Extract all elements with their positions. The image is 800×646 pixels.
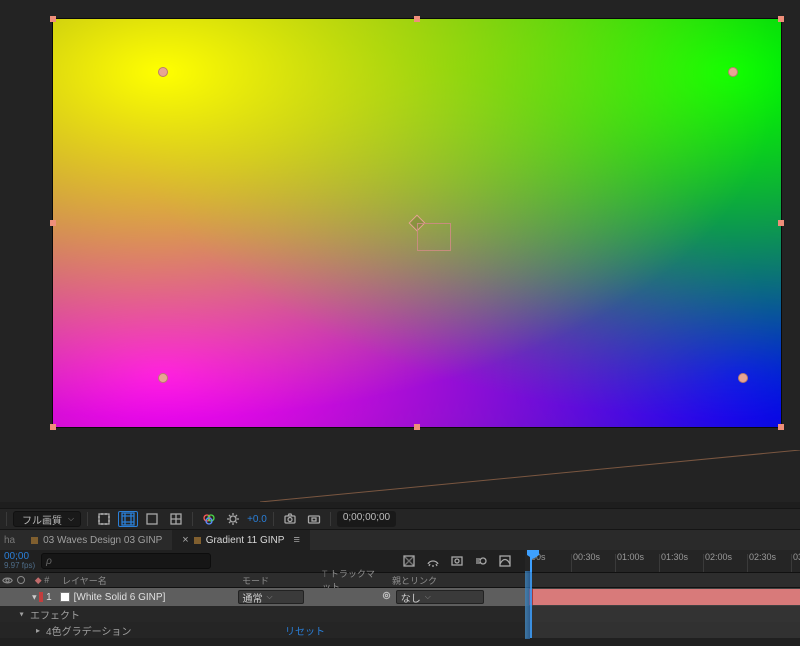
gradient-point-4[interactable] <box>738 373 748 383</box>
layer-row-1[interactable]: ▸ 1 [White Solid 6 GINP] 通常⌵ なし⌵ <box>0 588 800 606</box>
ruler-tick-label: 03:00s <box>793 552 800 562</box>
mask-visibility-toggle[interactable] <box>142 511 162 527</box>
viewer-toolbar: フル画質 ⌵ +0.0 0;00;00;00 <box>0 508 800 530</box>
parent-cell[interactable]: なし⌵ <box>377 590 525 604</box>
effects-group-row[interactable]: ▸ エフェクト <box>0 606 800 622</box>
preview-snapshot-icon[interactable] <box>304 511 324 527</box>
index-column-header[interactable]: ◆ # <box>28 575 56 586</box>
solid-icon <box>60 592 70 602</box>
separator <box>6 512 7 526</box>
layer-duration-track[interactable] <box>525 588 800 606</box>
track-area <box>525 622 800 638</box>
frame-blend-icon[interactable] <box>447 553 467 569</box>
comp-color-swatch <box>31 537 38 544</box>
gradient-point-1[interactable] <box>158 67 168 77</box>
graph-editor-icon[interactable] <box>495 553 515 569</box>
separator <box>87 512 88 526</box>
separator <box>192 512 193 526</box>
time-ruler[interactable]: 00s 00:30s 01:00s 01:30s 02:00s 02:30s 0… <box>525 550 800 572</box>
chevron-down-icon: ⌵ <box>68 514 74 524</box>
visibility-column-icon[interactable] <box>0 575 14 586</box>
layer-color-label[interactable] <box>39 592 43 602</box>
preview-timecode[interactable]: 0;00;00;00 <box>337 511 396 527</box>
exposure-reset-icon[interactable] <box>223 511 243 527</box>
blend-mode-cell[interactable]: 通常⌵ <box>234 590 308 604</box>
transform-handle-bl[interactable] <box>50 424 56 430</box>
timeline-header: 00;00 9.97 fps) ρ 00s 00:30s 01:00s 01:3… <box>0 550 800 572</box>
ruler-tick-label: 01:00s <box>617 552 644 562</box>
reset-effect-link[interactable]: リセット <box>285 623 325 638</box>
motion-path-overlay <box>260 450 800 502</box>
resolution-dropdown[interactable]: フル画質 ⌵ <box>13 511 81 527</box>
track-area <box>525 606 800 622</box>
pickwhip-icon[interactable] <box>381 590 392 604</box>
layer-index: ▸ 1 <box>28 592 56 603</box>
transform-handle-tm[interactable] <box>414 16 420 22</box>
timeline-tabs: ha 03 Waves Design 03 GINP × Gradient 11… <box>0 530 800 550</box>
twirl-right-icon[interactable]: ▸ <box>36 626 40 635</box>
color-channels-icon[interactable] <box>199 511 219 527</box>
comp-color-swatch <box>194 537 201 544</box>
transform-handle-br[interactable] <box>778 424 784 430</box>
effects-label: エフェクト <box>30 607 80 622</box>
current-time-indicator[interactable] <box>530 550 532 572</box>
effect-name: 4色グラデーション <box>46 623 131 638</box>
search-icon: ρ <box>46 556 52 567</box>
tab-label: 03 Waves Design 03 GINP <box>43 535 162 546</box>
panel-menu-icon[interactable]: ≡ <box>293 534 299 546</box>
region-of-interest-toggle[interactable] <box>94 511 114 527</box>
panel-label-cropped: ha <box>2 530 25 550</box>
ruler-tick-label: 02:00s <box>705 552 732 562</box>
transparency-grid-toggle[interactable] <box>118 511 138 527</box>
shy-layers-icon[interactable] <box>423 553 443 569</box>
resolution-label: フル画質 <box>22 512 62 527</box>
timeline-search-input[interactable]: ρ <box>41 553 211 569</box>
transform-handle-tr[interactable] <box>778 16 784 22</box>
region-of-interest[interactable] <box>417 223 451 251</box>
ruler-tick-label: 02:30s <box>749 552 776 562</box>
parent-column-header[interactable]: 親とリンク <box>386 574 536 587</box>
twirl-down-icon[interactable]: ▸ <box>28 595 39 600</box>
transform-handle-tl[interactable] <box>50 16 56 22</box>
layer-name-column-header[interactable]: レイヤー名 <box>56 574 236 587</box>
tab-gradient-11[interactable]: × Gradient 11 GINP ≡ <box>172 530 310 550</box>
transform-handle-bm[interactable] <box>414 424 420 430</box>
motion-blur-icon[interactable] <box>471 553 491 569</box>
ruler-tick-label: 00:30s <box>573 552 600 562</box>
composition-viewer[interactable] <box>0 0 800 502</box>
solo-column-icon[interactable] <box>14 575 28 585</box>
timeline-column-headers: ◆ # レイヤー名 モード T トラックマット 親とリンク <box>0 572 800 588</box>
separator <box>330 512 331 526</box>
ruler-tick-label: 01:30s <box>661 552 688 562</box>
snapshot-icon[interactable] <box>280 511 300 527</box>
draft-3d-icon[interactable] <box>399 553 419 569</box>
tab-waves-design[interactable]: 03 Waves Design 03 GINP <box>25 530 172 550</box>
timeline-footer <box>0 638 800 646</box>
effect-row-4color[interactable]: ▸ 4色グラデーション リセット <box>0 622 800 638</box>
gradient-point-2[interactable] <box>728 67 738 77</box>
layer-duration-bar[interactable] <box>529 589 800 605</box>
layer-in-handle[interactable] <box>529 589 533 605</box>
mode-column-header[interactable]: モード <box>236 574 316 587</box>
twirl-down-icon[interactable]: ▸ <box>18 612 27 616</box>
guides-toggle[interactable] <box>166 511 186 527</box>
tab-label: Gradient 11 GINP <box>206 535 285 546</box>
close-icon[interactable]: × <box>182 534 188 546</box>
layer-bounding-box[interactable] <box>52 18 782 428</box>
fps-hint: 9.97 fps) <box>4 562 35 570</box>
separator <box>273 512 274 526</box>
layer-name-cell[interactable]: [White Solid 6 GINP] <box>56 592 234 603</box>
exposure-value[interactable]: +0.0 <box>247 514 267 525</box>
transform-handle-ml[interactable] <box>50 220 56 226</box>
gradient-point-3[interactable] <box>158 373 168 383</box>
transform-handle-mr[interactable] <box>778 220 784 226</box>
